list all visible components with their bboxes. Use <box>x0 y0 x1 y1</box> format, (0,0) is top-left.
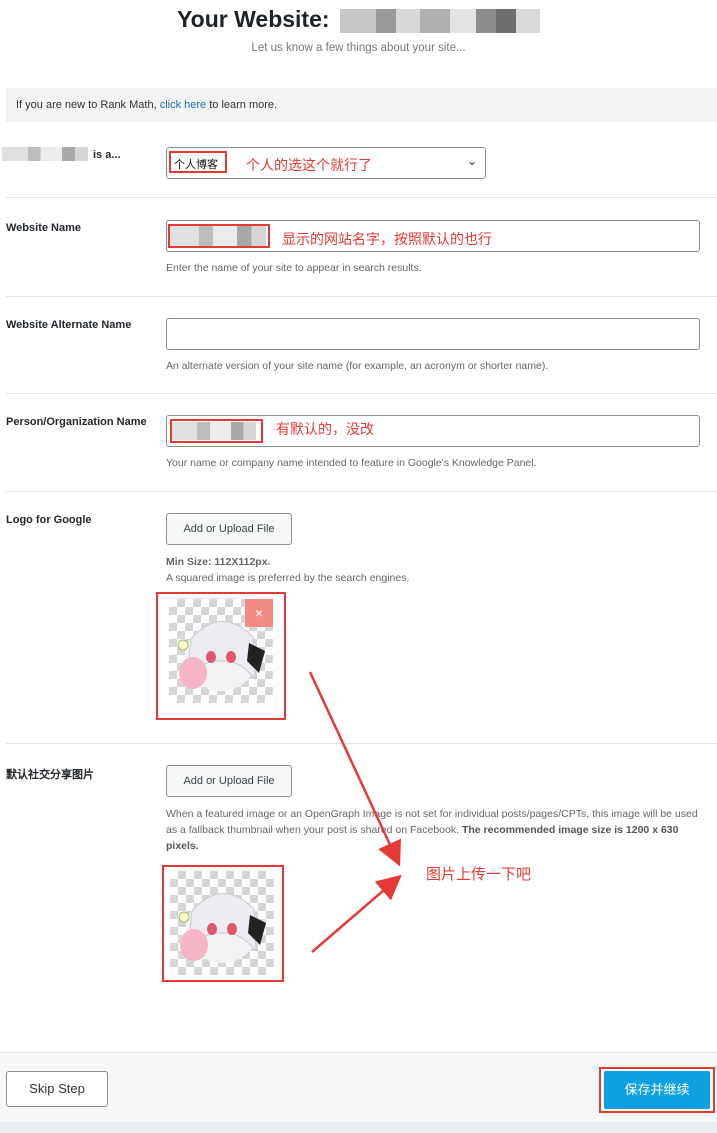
page-subtitle: Let us know a few things about your site… <box>251 42 466 54</box>
logo-hint: A squared image is preferred by the sear… <box>166 572 410 584</box>
alternate-name-row: Website Alternate Name An alternate vers… <box>6 297 717 394</box>
blurred-label <box>2 147 88 161</box>
social-image-row: 默认社交分享图片 Add or Upload File When a featu… <box>6 744 717 1052</box>
annotation-site-type: 个人的选这个就行了 <box>246 157 372 173</box>
logo-preview-image: × <box>169 599 273 703</box>
person-org-label: Person/Organization Name <box>6 416 147 428</box>
social-preview-image <box>170 871 274 975</box>
site-type-selected-value: 个人博客 <box>174 159 218 171</box>
footer-bar: Skip Step 保存并继续 <box>0 1052 717 1133</box>
alternate-name-input[interactable] <box>166 318 700 350</box>
blurred-site-name <box>339 8 540 33</box>
annotation-box: 个人博客 <box>169 151 227 173</box>
delete-image-button[interactable]: × <box>245 599 273 627</box>
social-upload-button[interactable]: Add or Upload File <box>166 765 292 797</box>
notice-text: If you are new to Rank Math, <box>16 99 157 111</box>
bottom-strip <box>0 1122 717 1133</box>
skip-step-button[interactable]: Skip Step <box>6 1071 108 1107</box>
site-type-label: is a... <box>93 149 121 161</box>
annotation-box <box>168 224 270 248</box>
logo-min-size: Min Size: 112X112px. <box>166 556 271 568</box>
logo-upload-button[interactable]: Add or Upload File <box>166 513 292 545</box>
info-notice: If you are new to Rank Math, click here … <box>6 88 717 122</box>
click-here-link[interactable]: click here <box>160 99 206 111</box>
website-name-description: Enter the name of your site to appear in… <box>166 262 422 274</box>
annotation-box <box>170 419 263 443</box>
logo-label: Logo for Google <box>6 514 92 526</box>
annotation-website-name: 显示的网站名字，按照默认的也行 <box>282 231 492 247</box>
website-name-label: Website Name <box>6 222 81 234</box>
anime-avatar-image <box>178 893 266 963</box>
save-continue-button[interactable]: 保存并继续 <box>604 1071 710 1109</box>
person-org-description: Your name or company name intended to fe… <box>166 457 537 469</box>
annotation-person-org: 有默认的，没改 <box>276 421 374 437</box>
person-org-row: Person/Organization Name 有默认的，没改 Your na… <box>6 394 717 492</box>
chevron-down-icon: ⌄ <box>466 154 477 168</box>
logo-row: Logo for Google Add or Upload File Min S… <box>6 492 717 744</box>
annotation-upload-note: 图片上传一下吧 <box>426 866 532 883</box>
site-type-row: is a... ⌄ 个人博客 个人的选这个就行了 <box>2 122 717 198</box>
alternate-name-label: Website Alternate Name <box>6 319 132 331</box>
website-name-row: Website Name 显示的网站名字，按照默认的也行 Enter the n… <box>6 198 717 297</box>
page-title: Your Website: <box>0 6 717 33</box>
social-image-label: 默认社交分享图片 <box>6 769 94 781</box>
social-image-description: When a featured image or an OpenGraph Im… <box>166 806 706 854</box>
notice-suffix: to learn more. <box>209 99 278 111</box>
page-title-text: Your Website: <box>177 6 330 32</box>
alternate-name-description: An alternate version of your site name (… <box>166 360 549 372</box>
